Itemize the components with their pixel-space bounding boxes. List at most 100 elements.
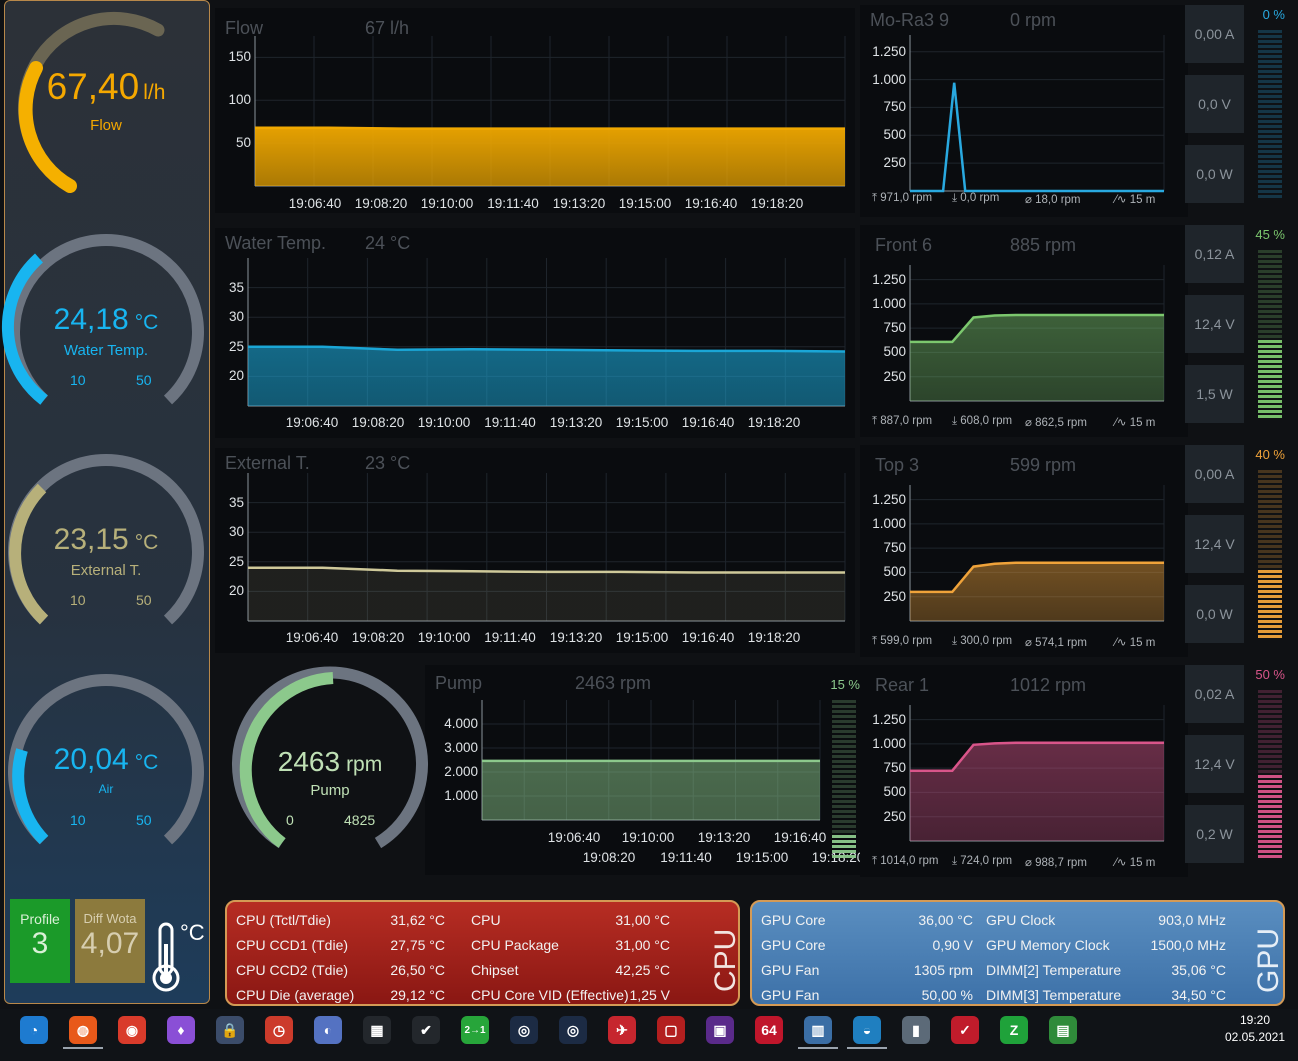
- level-segment: [832, 720, 856, 723]
- checkmark-icon[interactable]: ✔: [412, 1016, 440, 1044]
- z-icon[interactable]: Z: [1000, 1016, 1028, 1044]
- stat-value: 887,0 rpm: [880, 415, 933, 427]
- level-segment: [1258, 585, 1282, 588]
- check-icon[interactable]: ✓: [951, 1016, 979, 1044]
- cinema2-icon[interactable]: ◎: [559, 1016, 587, 1044]
- monitor-icon[interactable]: ▥: [804, 1016, 832, 1044]
- level-segment: [832, 745, 856, 748]
- level-segment: [1258, 85, 1282, 88]
- running-indicator: [798, 1047, 838, 1049]
- y-tick-label: 25: [228, 338, 244, 354]
- level-segment: [1258, 475, 1282, 478]
- aquasuite-icon[interactable]: ◒: [853, 1016, 881, 1044]
- level-segment: [1258, 590, 1282, 593]
- drop-icon[interactable]: ♦: [167, 1016, 195, 1044]
- gpu-value: 903,0 MHz: [1158, 912, 1226, 928]
- level-segment: [1258, 760, 1282, 763]
- level-segment: [1258, 840, 1282, 843]
- pump-gauge: 2463 rpm Pump 0 4825: [230, 666, 430, 870]
- gpu-value: 34,50 °C: [1171, 987, 1226, 1003]
- level-segment: [1258, 515, 1282, 518]
- y-tick-label: 750: [883, 760, 906, 776]
- x-tick-label: 19:08:20: [582, 850, 636, 865]
- fan-1-plot: [909, 265, 1165, 402]
- level-segment: [1258, 560, 1282, 563]
- pump-chart-plot: [481, 700, 821, 821]
- x-tick-label: 19:13:20: [697, 830, 751, 845]
- level-segment: [1258, 385, 1282, 388]
- gpu-icon[interactable]: ▤: [1049, 1016, 1077, 1044]
- fan-power-box: 1,5 W: [1185, 365, 1244, 423]
- level-segment: [832, 770, 856, 773]
- edge-icon[interactable]: ◔: [20, 1016, 48, 1044]
- level-segment: [1258, 720, 1282, 723]
- firefox-icon[interactable]: ◍: [69, 1016, 97, 1044]
- thermometer-unit: °C: [180, 920, 205, 945]
- level-segment: [1258, 505, 1282, 508]
- plane-icon[interactable]: ✈: [608, 1016, 636, 1044]
- stat-value: 599,0 rpm: [880, 635, 933, 647]
- stat-value: 574,1 rpm: [1035, 637, 1087, 649]
- level-segment: [1258, 280, 1282, 283]
- y-tick-label: 4.000: [444, 716, 478, 731]
- external-temp-chart-reading: 23 °C: [365, 453, 411, 473]
- sync-icon[interactable]: 2→1: [461, 1016, 489, 1044]
- level-segment: [1258, 605, 1282, 608]
- amd-icon[interactable]: ▢: [657, 1016, 685, 1044]
- clock-time[interactable]: 19:20: [1220, 1013, 1290, 1027]
- clock-date[interactable]: 02.05.2021: [1220, 1030, 1290, 1044]
- air-value: 20,04 °C: [53, 743, 159, 776]
- fan-1-title: Front 6: [875, 235, 933, 255]
- level-segment: [1258, 765, 1282, 768]
- level-segment: [1258, 105, 1282, 108]
- y-tick-label: 30: [228, 524, 244, 540]
- level-segment: [832, 750, 856, 753]
- y-tick-label: 500: [883, 127, 906, 143]
- lock-icon[interactable]: 🔒: [216, 1016, 244, 1044]
- level-segment: [1258, 60, 1282, 63]
- cinema-icon[interactable]: ◎: [510, 1016, 538, 1044]
- external-temp-chart-plot: [247, 473, 846, 622]
- cpu-icon[interactable]: ▣: [706, 1016, 734, 1044]
- network-icon[interactable]: ▦: [363, 1016, 391, 1044]
- y-tick-label: 35: [228, 279, 244, 295]
- y-tick-label: 750: [883, 99, 906, 115]
- y-tick-label: 20: [228, 368, 244, 384]
- level-segment: [1258, 130, 1282, 133]
- fan-3-reading: 1012 rpm: [1010, 675, 1087, 695]
- chrome-icon[interactable]: ◉: [118, 1016, 146, 1044]
- fan-stat-min: ⤓ 0,0 rpm: [952, 192, 999, 205]
- fan-3-panel: Rear 1 1012 rpm 250 500 750 1.000 1.250 ⤒ 1014,…: [860, 665, 1188, 877]
- level-segment: [1258, 775, 1282, 778]
- level-segment: [1258, 140, 1282, 143]
- profile-tile[interactable]: Profile 3: [10, 899, 70, 983]
- level-segment: [1258, 850, 1282, 853]
- level-segment: [1258, 820, 1282, 823]
- flow-chart-plot: [254, 36, 846, 187]
- level-segment: [1258, 730, 1282, 733]
- gpu-tag: GPU: [1252, 927, 1285, 993]
- air-temp-gauge: 20,04 °C Air 10 50: [6, 668, 206, 868]
- water-min: 10: [70, 372, 86, 388]
- water-value: 24,18 °C: [53, 303, 159, 336]
- y-tick-label: 20: [228, 583, 244, 599]
- gpu-value: 36,00 °C: [918, 912, 973, 928]
- level-segment: [1258, 75, 1282, 78]
- level-segment: [832, 785, 856, 788]
- aida64-icon[interactable]: 64: [755, 1016, 783, 1044]
- clock-icon[interactable]: ◷: [265, 1016, 293, 1044]
- level-segment: [832, 755, 856, 758]
- battery-icon[interactable]: ▮: [902, 1016, 930, 1044]
- fan-1-panel: Front 6 885 rpm 250 500 750 1.000 1.250 ⤒ 887,0…: [860, 225, 1188, 437]
- level-segment: [1258, 625, 1282, 628]
- browser-icon[interactable]: ◐: [314, 1016, 342, 1044]
- y-tick-label: 3.000: [444, 740, 478, 755]
- cpu-label: CPU (Tctl/Tdie): [236, 912, 331, 928]
- gpu-panel: GPU Core 36,00 °C GPU Core 0,90 V GPU Fan 130…: [750, 900, 1285, 1006]
- level-segment: [1258, 610, 1282, 613]
- level-segment: [1258, 300, 1282, 303]
- fan-stat-span: ⁄∿ 15 m: [1115, 415, 1155, 429]
- level-segment: [1258, 525, 1282, 528]
- diff-value: 4,07: [80, 927, 140, 960]
- level-segment: [1258, 150, 1282, 153]
